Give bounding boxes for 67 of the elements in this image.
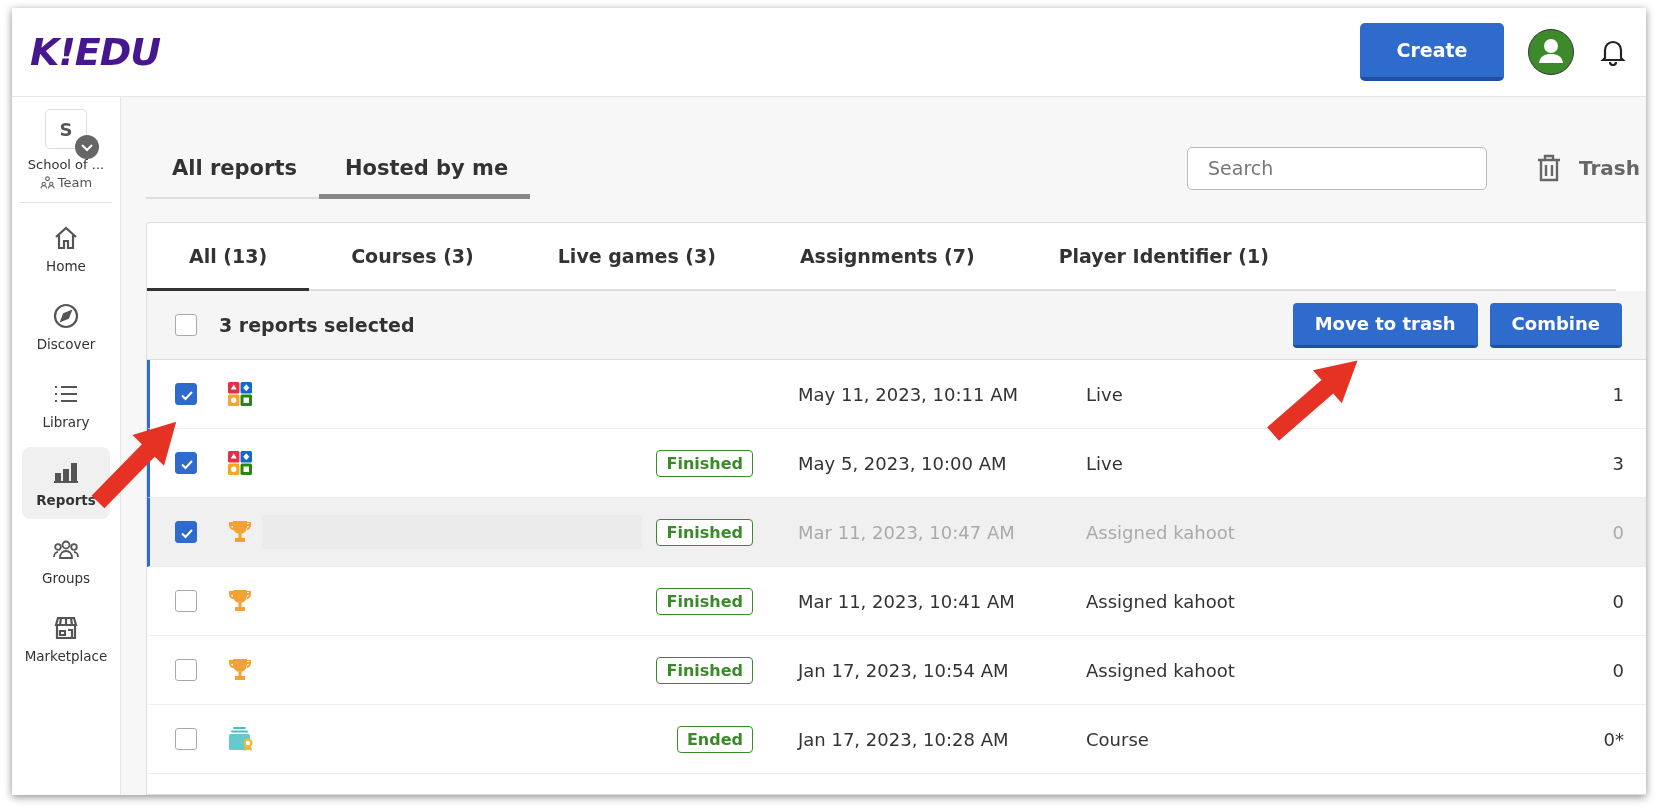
date-cell-text: Jan 17, 2023, 10:54 AM [798, 659, 1010, 681]
org-name: School of ... [27, 157, 105, 172]
filter-tab[interactable]: Player Identifier (1) [1016, 223, 1311, 291]
type-cell-text: Assigned kahoot [1086, 590, 1236, 612]
type-cell-text: Course [1086, 728, 1150, 750]
team-icon [39, 176, 55, 189]
trophy-icon [228, 658, 252, 682]
count-cell-text: 1 [1611, 383, 1625, 405]
count-cell-text: 0 [1611, 521, 1625, 543]
count-cell-text: 0 [1611, 590, 1625, 612]
status-badge: Finished [656, 587, 753, 615]
count-cell-text: 0 [1611, 659, 1625, 681]
toolbar-button[interactable]: Move to trash [1292, 302, 1478, 348]
bell-icon[interactable] [1600, 38, 1626, 66]
selection-count: 3 reports selected [219, 314, 415, 336]
type-cell-text: Assigned kahoot [1086, 521, 1236, 543]
filter-tab[interactable]: Live games (3) [515, 223, 758, 291]
report-tab[interactable]: All reports [146, 156, 319, 199]
filter-tab[interactable]: Assignments (7) [757, 223, 1017, 291]
type-cell-text: Live [1086, 383, 1124, 405]
course-icon [228, 726, 254, 752]
quiz-icon [228, 451, 252, 475]
nav-item[interactable]: Discover [22, 291, 110, 363]
row-checkbox[interactable] [175, 728, 197, 750]
type-cell-text: Live [1086, 452, 1124, 474]
date-cell-text: Jan 17, 2023, 10:28 AM [798, 728, 1010, 750]
toolbar-button[interactable]: Combine [1489, 302, 1622, 348]
trophy-icon [228, 520, 252, 544]
type-cell-text: Assigned kahoot [1086, 659, 1236, 681]
row-checkbox[interactable] [175, 590, 197, 612]
marketplace-icon [52, 614, 80, 642]
chevron-icon[interactable] [75, 135, 99, 159]
status-badge: Finished [656, 449, 753, 477]
nav-item[interactable]: Library [22, 369, 110, 441]
date-cell-text: May 5, 2023, 10:00 AM [798, 452, 1008, 474]
count-cell-text: 0* [1602, 728, 1625, 750]
avatar-icon[interactable] [1528, 29, 1574, 75]
nav-item[interactable]: Reports [22, 447, 110, 519]
report-row[interactable]: Finished Jan 17, 2023, 10:54 AM Assigned kahoot 0 [147, 636, 1646, 705]
filter-tab[interactable]: Courses (3) [309, 223, 516, 291]
nav-item[interactable]: Marketplace [22, 603, 110, 675]
date-cell-text: May 11, 2023, 10:11 AM [798, 383, 1019, 405]
discover-icon [52, 302, 80, 330]
team-label: Team [57, 175, 93, 190]
date-cell-text: Mar 11, 2023, 10:47 AM [798, 521, 1016, 543]
trash-link[interactable]: Trash [1537, 154, 1640, 182]
status-badge: Finished [656, 656, 753, 684]
report-tab[interactable]: Hosted by me [318, 156, 531, 199]
nav-item[interactable]: Groups [22, 525, 110, 597]
row-checkbox[interactable] [175, 659, 197, 681]
report-row[interactable]: Ended Jan 17, 2023, 10:28 AM Course 0* [147, 705, 1646, 774]
status-badge: Finished [656, 518, 753, 546]
quiz-icon [228, 382, 252, 406]
trophy-icon [228, 589, 252, 613]
row-checkbox[interactable] [175, 452, 197, 474]
report-row[interactable]: Finished Mar 11, 2023, 10:41 AM Assigned kahoot 0 [147, 567, 1646, 636]
nav-item[interactable]: Home [22, 213, 110, 285]
row-checkbox[interactable] [175, 521, 197, 543]
search-field[interactable]: Search [1187, 146, 1488, 190]
select-all-checkbox[interactable] [175, 314, 197, 336]
date-cell-text: Mar 11, 2023, 10:41 AM [798, 590, 1016, 612]
row-checkbox[interactable] [175, 383, 197, 405]
count-cell-text: 3 [1611, 452, 1625, 474]
trash-icon [1537, 154, 1562, 182]
create-button[interactable]: Create [1360, 23, 1504, 81]
status-badge: Ended [676, 725, 753, 753]
logo: K!EDU [30, 30, 161, 74]
